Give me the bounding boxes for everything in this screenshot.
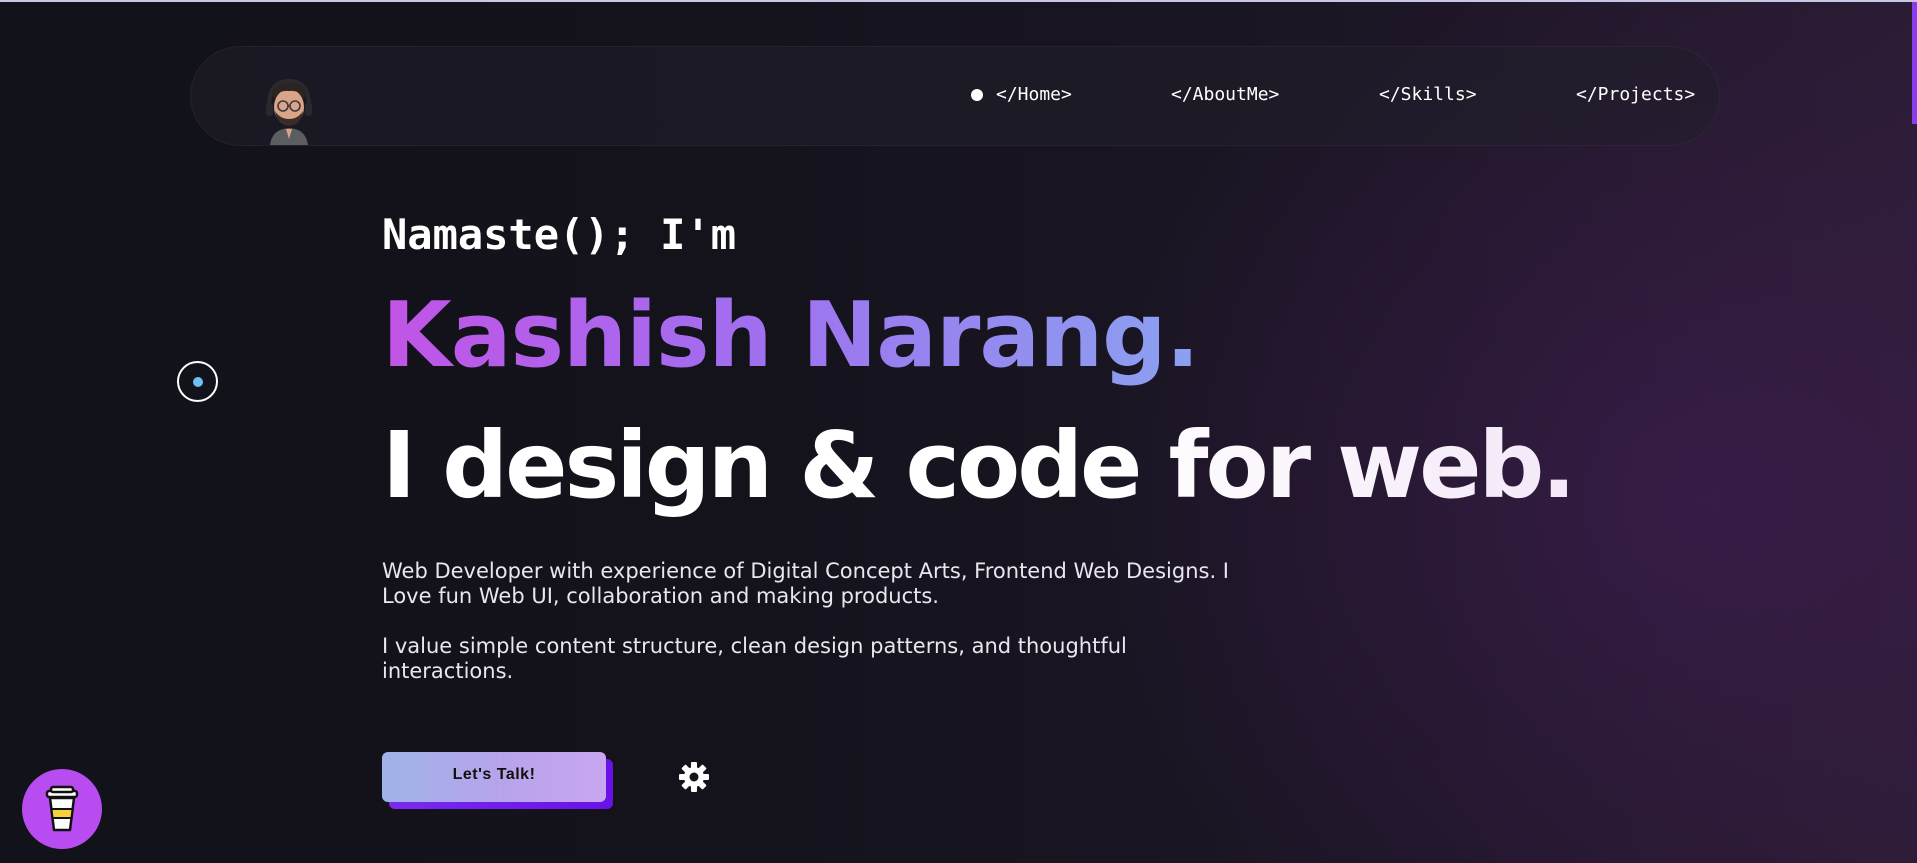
values-paragraph: I value simple content structure, clean …	[382, 634, 1127, 683]
hero-name: Kashish Narang.	[382, 283, 1200, 388]
greeting-text: Namaste(); I'm	[382, 210, 737, 259]
coffee-cup-icon[interactable]	[22, 769, 102, 849]
top-border	[0, 0, 1917, 2]
lets-talk-button[interactable]: Let's Talk!	[382, 752, 606, 802]
hero-tagline: I design & code for web.	[382, 412, 1576, 519]
nav-link-skills[interactable]: </Skills>	[1379, 84, 1477, 105]
nav-link-projects[interactable]: </Projects>	[1576, 84, 1695, 105]
cursor-dot	[193, 377, 203, 387]
gear-icon[interactable]	[678, 761, 710, 793]
navbar	[190, 46, 1720, 146]
scroll-progress-indicator	[1912, 2, 1917, 124]
nav-link-about-me[interactable]: </AboutMe>	[1171, 84, 1279, 105]
avatar-icon[interactable]	[260, 73, 318, 145]
nav-link-home[interactable]: </Home>	[996, 84, 1072, 105]
active-nav-dot	[971, 89, 983, 101]
intro-paragraph: Web Developer with experience of Digital…	[382, 559, 1229, 608]
